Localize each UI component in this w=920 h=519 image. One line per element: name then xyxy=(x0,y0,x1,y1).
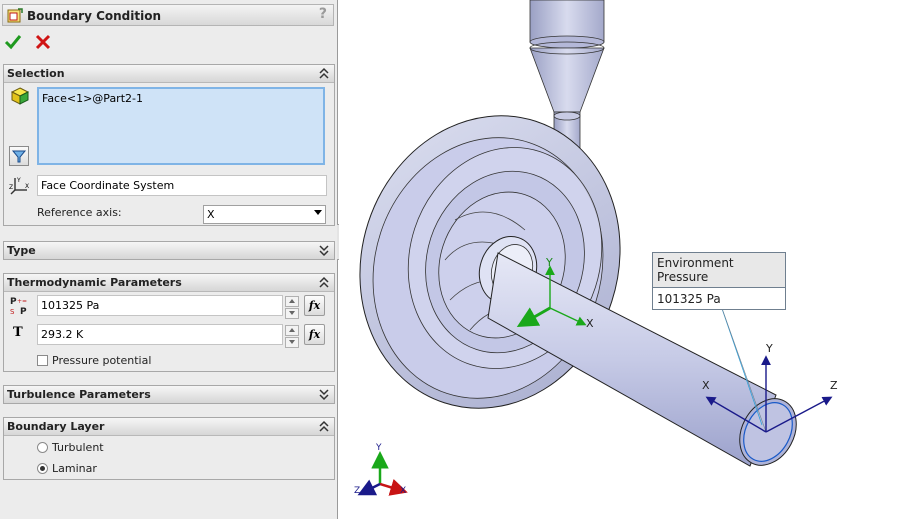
environment-pressure-callout[interactable]: Environment Pressure 101325 Pa xyxy=(652,252,786,310)
face-axis-y-label: Y xyxy=(766,342,773,355)
callout-title: Environment Pressure xyxy=(653,253,785,288)
pump-casing xyxy=(359,115,621,409)
callout-value: 101325 Pa xyxy=(657,292,721,306)
view-triad xyxy=(357,451,408,496)
triad-x-label: X xyxy=(400,486,407,496)
shaft-axis-y-label: Y xyxy=(546,256,553,269)
shaft-axis-x-label: X xyxy=(586,317,594,330)
face-axis-x-label: X xyxy=(702,379,710,392)
face-axis-z-label: Z xyxy=(830,379,838,392)
triad-y-label: Y xyxy=(376,443,382,453)
triad-z-label: Z xyxy=(354,486,361,496)
